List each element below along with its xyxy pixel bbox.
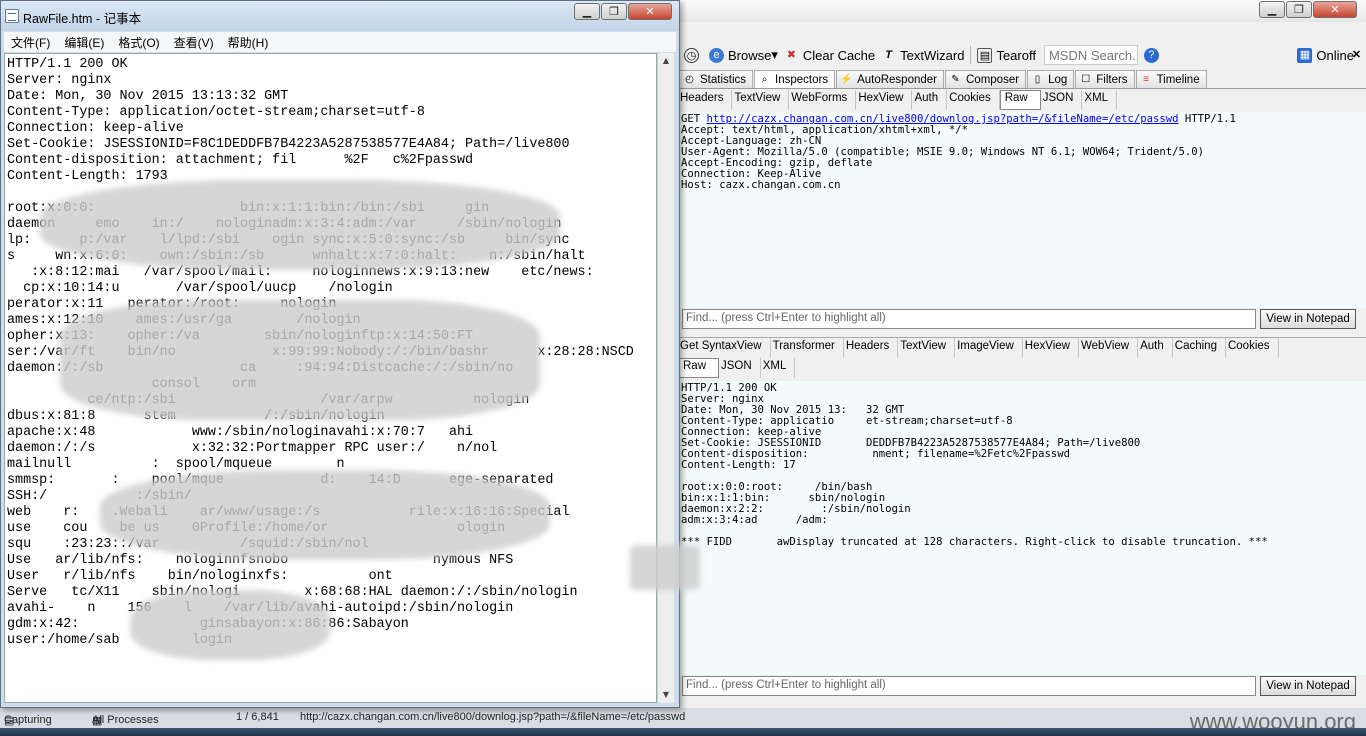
- response-find-bar: Find... (press Ctrl+Enter to highlight a…: [680, 675, 1366, 697]
- notepad-icon: [5, 9, 19, 23]
- menu-help[interactable]: 帮助(H): [221, 34, 276, 51]
- tab-statistics[interactable]: ◴ Statistics: [679, 70, 754, 88]
- redaction-blur: [100, 470, 550, 560]
- resp-tab-caching[interactable]: Caching: [1173, 338, 1226, 358]
- notepad-titlebar: RawFile.htm - 记事本 ▁ ❐ ✕: [1, 1, 679, 31]
- menu-edit[interactable]: 编辑(E): [57, 34, 111, 51]
- resp-tab-cookies[interactable]: Cookies: [1226, 338, 1279, 358]
- req-tab-xml[interactable]: XML: [1082, 90, 1118, 110]
- tab-filters[interactable]: ☐ Filters: [1075, 70, 1135, 88]
- log-icon: ▯: [1034, 73, 1041, 85]
- close-button[interactable]: ✕: [1313, 1, 1357, 18]
- broom-icon: ✖: [786, 48, 796, 61]
- response-raw-view[interactable]: HTTP/1.1 200 OK Server: nginx Date: Mon,…: [680, 381, 1366, 675]
- resp-tab-raw[interactable]: Raw: [678, 358, 720, 378]
- tab-timeline[interactable]: ≡ Timeline: [1135, 70, 1207, 88]
- resp-tab-transformer[interactable]: Transformer: [771, 338, 844, 358]
- windows-taskbar: [0, 728, 1366, 736]
- lightning-icon: ⚡: [840, 73, 853, 85]
- request-tab-bar: Headers TextView WebForms HexView Auth C…: [678, 90, 1366, 110]
- menu-view[interactable]: 查看(V): [167, 34, 221, 51]
- pencil-icon: ✎: [951, 73, 960, 85]
- request-version: HTTP/1.1: [1184, 113, 1236, 125]
- req-tab-webforms[interactable]: WebForms: [789, 90, 857, 110]
- response-tab-bar-2: Raw JSON XML: [678, 358, 1366, 378]
- tab-autoresponder[interactable]: ⚡ AutoResponder: [836, 70, 944, 88]
- main-tab-bar: ◴ Statistics ⌕ Inspectors ⚡ AutoResponder ✎…: [678, 70, 1366, 89]
- inspect-icon: ⌕: [761, 73, 768, 85]
- text-icon: T: [885, 48, 893, 61]
- req-tab-cookies[interactable]: Cookies: [947, 90, 1000, 110]
- resp-tab-syntaxview[interactable]: Get SyntaxView: [678, 338, 771, 358]
- notepad-minimize-button[interactable]: ▁: [574, 3, 600, 20]
- notepad-maximize-button[interactable]: ❐: [601, 3, 627, 20]
- window-icon: ▤: [977, 47, 993, 63]
- timer-button[interactable]: ◷: [684, 47, 703, 63]
- redaction-blur: [630, 545, 700, 590]
- browse-button[interactable]: e Browse ▾: [709, 47, 778, 63]
- stopwatch-icon: ◴: [685, 73, 694, 85]
- redaction-blur: [60, 300, 540, 420]
- notepad-close-button[interactable]: ✕: [628, 3, 672, 20]
- request-view-in-notepad-button[interactable]: View in Notepad: [1260, 309, 1356, 329]
- notepad-scrollbar[interactable]: ▲ ▼: [657, 53, 674, 703]
- minimize-button[interactable]: ▁: [1259, 1, 1285, 18]
- req-tab-textview[interactable]: TextView: [732, 90, 790, 110]
- clock-icon: ◷: [684, 47, 699, 63]
- globe-icon: e: [709, 47, 724, 63]
- clear-cache-button[interactable]: ✖ Clear Cache: [784, 48, 875, 63]
- tearoff-button[interactable]: ▤ Tearoff: [977, 47, 1036, 63]
- menu-file[interactable]: 文件(F): [4, 34, 57, 51]
- redaction-blur: [130, 590, 330, 660]
- online-indicator[interactable]: ▦ Online: [1297, 47, 1354, 63]
- redaction-blur: [40, 180, 560, 270]
- close-pane-icon[interactable]: ✕: [1349, 48, 1364, 63]
- status-url: http://cazx.changan.com.cn/live800/downl…: [300, 711, 686, 723]
- resp-tab-auth[interactable]: Auth: [1138, 338, 1173, 358]
- notepad-menubar: 文件(F) 编辑(E) 格式(O) 查看(V) 帮助(H): [4, 32, 676, 52]
- textwizard-button[interactable]: T TextWizard: [881, 48, 964, 63]
- tab-inspectors[interactable]: ⌕ Inspectors: [754, 70, 836, 88]
- tab-composer[interactable]: ✎ Composer: [945, 70, 1027, 88]
- resp-tab-textview[interactable]: TextView: [898, 338, 956, 358]
- req-tab-auth[interactable]: Auth: [912, 90, 948, 110]
- req-tab-raw[interactable]: Raw: [999, 90, 1041, 110]
- timeline-icon: ≡: [1143, 73, 1149, 85]
- req-tab-json[interactable]: JSON: [1041, 90, 1083, 110]
- status-bar: ▤ Capturing ▦ All Processes 1 / 6,841 ht…: [0, 708, 1366, 734]
- request-find-bar: Find... (press Ctrl+Enter to highlight a…: [680, 308, 1366, 330]
- toolbar-divider: [970, 46, 972, 64]
- fiddler-toolbar: ◷ e Browse ▾ ✖ Clear Cache T TextWizard ▤ Tea…: [678, 42, 1366, 68]
- tab-log[interactable]: ▯ Log: [1027, 70, 1075, 88]
- response-view-in-notepad-button[interactable]: View in Notepad: [1260, 676, 1356, 696]
- request-raw-view[interactable]: GET http://cazx.changan.com.cn/live800/d…: [680, 112, 1366, 308]
- notepad-window-controls: ▁ ❐ ✕: [573, 3, 672, 20]
- menu-format[interactable]: 格式(O): [111, 34, 166, 51]
- request-find-input[interactable]: Find... (press Ctrl+Enter to highlight a…: [682, 309, 1256, 329]
- help-icon[interactable]: ?: [1143, 47, 1159, 63]
- resp-tab-json[interactable]: JSON: [719, 358, 761, 378]
- scroll-down-icon[interactable]: ▼: [658, 687, 674, 703]
- resp-tab-xml[interactable]: XML: [761, 358, 796, 378]
- notepad-title: RawFile.htm - 记事本: [23, 12, 142, 26]
- response-find-input[interactable]: Find... (press Ctrl+Enter to highlight a…: [682, 676, 1256, 696]
- request-headers: Accept: text/html, application/xhtml+xml…: [681, 124, 1204, 191]
- session-count: 1 / 6,841: [236, 711, 279, 723]
- network-icon: ▦: [1297, 47, 1313, 63]
- resp-tab-hexview[interactable]: HexView: [1023, 338, 1079, 358]
- scroll-up-icon[interactable]: ▲: [658, 53, 674, 69]
- msdn-search-input[interactable]: MSDN Search...: [1043, 45, 1138, 65]
- maximize-button[interactable]: ❐: [1286, 1, 1312, 18]
- fiddler-window-controls: ▁ ❐ ✕: [1258, 1, 1357, 18]
- req-tab-hexview[interactable]: HexView: [856, 90, 913, 110]
- checkbox-icon: ☐: [1081, 73, 1091, 85]
- resp-tab-webview[interactable]: WebView: [1079, 338, 1139, 358]
- req-tab-headers[interactable]: Headers: [678, 90, 733, 110]
- resp-tab-headers[interactable]: Headers: [844, 338, 899, 358]
- resp-tab-imageview[interactable]: ImageView: [955, 338, 1023, 358]
- response-tab-bar: Get SyntaxView Transformer Headers TextV…: [678, 337, 1366, 358]
